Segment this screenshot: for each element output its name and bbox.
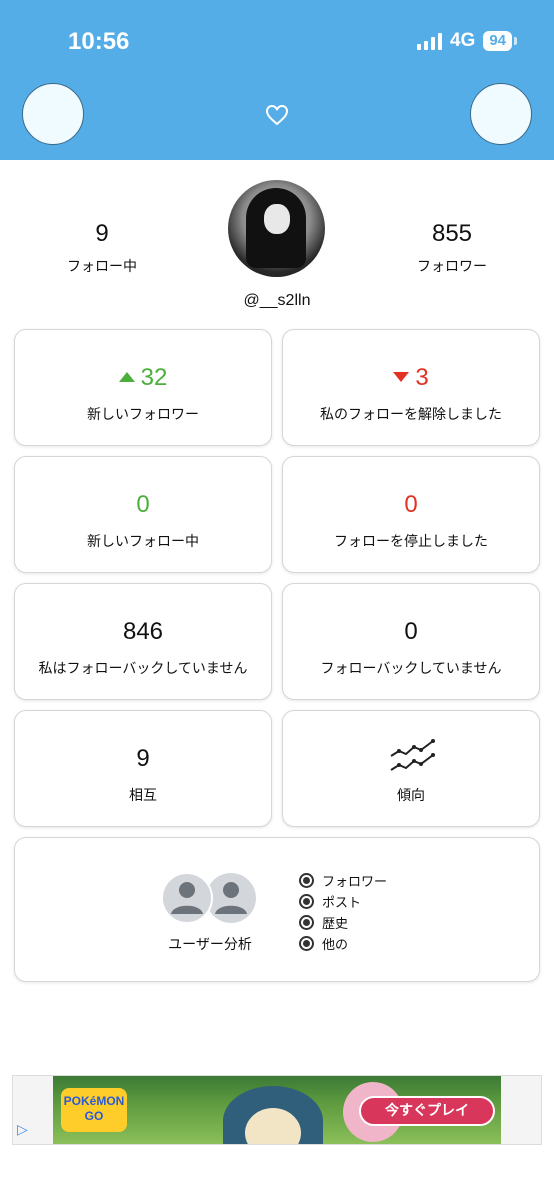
followers-label: フォロワー [417, 259, 487, 275]
profile-summary: 9 フォロー中 855 フォロワー @__s2lln [0, 180, 554, 320]
mutual-value: 9 [136, 745, 150, 772]
option-followers[interactable]: フォロワー [299, 870, 387, 891]
analysis-options: フォロワー ポスト 歴史 他の [299, 870, 387, 954]
stopped-following-value: 0 [404, 491, 418, 518]
new-followers-card[interactable]: 32 新しいフォロワー [14, 329, 272, 446]
trends-card[interactable]: 傾向 [282, 710, 540, 827]
new-followers-value: 32 [15, 364, 271, 392]
app-header: 10:56 4G 94 [0, 0, 554, 160]
mutual-label: 相互 [129, 788, 157, 804]
not-following-back-label: フォローバックしていません [320, 661, 502, 677]
ad-character [223, 1086, 323, 1144]
trend-chart-icon [390, 739, 435, 771]
following-count[interactable]: 9 [22, 220, 182, 248]
pokemon-go-logo: POKéMON GO [61, 1088, 127, 1132]
avatar[interactable] [228, 180, 325, 277]
users-icon [161, 872, 256, 924]
ad-banner[interactable]: ▷ POKéMON GO 今すぐプレイ [12, 1075, 542, 1145]
network-type: 4G [449, 30, 476, 51]
status-time: 10:56 [68, 28, 130, 55]
unfollowed-me-card[interactable]: 3 私のフォローを解除しました [282, 329, 540, 446]
option-other[interactable]: 他の [299, 933, 387, 954]
new-following-label: 新しいフォロー中 [87, 534, 199, 550]
arrow-up-icon [118, 371, 135, 382]
stopped-following-label: フォローを停止しました [334, 534, 488, 550]
option-history[interactable]: 歴史 [299, 912, 387, 933]
new-following-card[interactable]: 0 新しいフォロー中 [14, 456, 272, 573]
not-following-back-me-label: 私はフォローバックしていません [38, 661, 248, 677]
stopped-following-card[interactable]: 0 フォローを停止しました [282, 456, 540, 573]
ad-image[interactable]: POKéMON GO 今すぐプレイ [53, 1076, 501, 1144]
status-indicators: 4G 94 [416, 30, 517, 52]
ad-play-button[interactable]: 今すぐプレイ [359, 1096, 495, 1126]
unfollowed-me-label: 私のフォローを解除しました [320, 407, 502, 423]
user-analysis-label: ユーザー分析 [168, 937, 252, 953]
not-following-back-card[interactable]: 0 フォローバックしていません [282, 583, 540, 700]
radio-icon [299, 873, 314, 888]
new-followers-label: 新しいフォロワー [87, 407, 199, 423]
heart-icon[interactable] [265, 104, 289, 126]
new-following-value: 0 [136, 491, 150, 518]
battery-icon: 94 [483, 31, 517, 51]
not-following-back-me-card[interactable]: 846 私はフォローバックしていません [14, 583, 272, 700]
radio-icon [299, 894, 314, 909]
trends-label: 傾向 [397, 788, 425, 804]
user-analysis-card[interactable]: ユーザー分析 フォロワー ポスト 歴史 他の [14, 837, 540, 982]
mutual-card[interactable]: 9 相互 [14, 710, 272, 827]
option-posts[interactable]: ポスト [299, 891, 387, 912]
radio-icon [299, 936, 314, 951]
not-following-back-me-value: 846 [122, 618, 164, 645]
followers-count[interactable]: 855 [372, 220, 532, 248]
left-menu-button[interactable] [22, 83, 84, 145]
following-label: フォロー中 [67, 259, 137, 275]
radio-icon [299, 915, 314, 930]
unfollowed-me-value: 3 [283, 364, 539, 392]
right-menu-button[interactable] [470, 83, 532, 145]
not-following-back-value: 0 [404, 618, 418, 645]
arrow-down-icon [393, 371, 410, 382]
ad-choices-icon[interactable]: ▷ [17, 1122, 37, 1142]
username: @__s2lln [243, 292, 311, 309]
signal-icon [416, 32, 442, 50]
